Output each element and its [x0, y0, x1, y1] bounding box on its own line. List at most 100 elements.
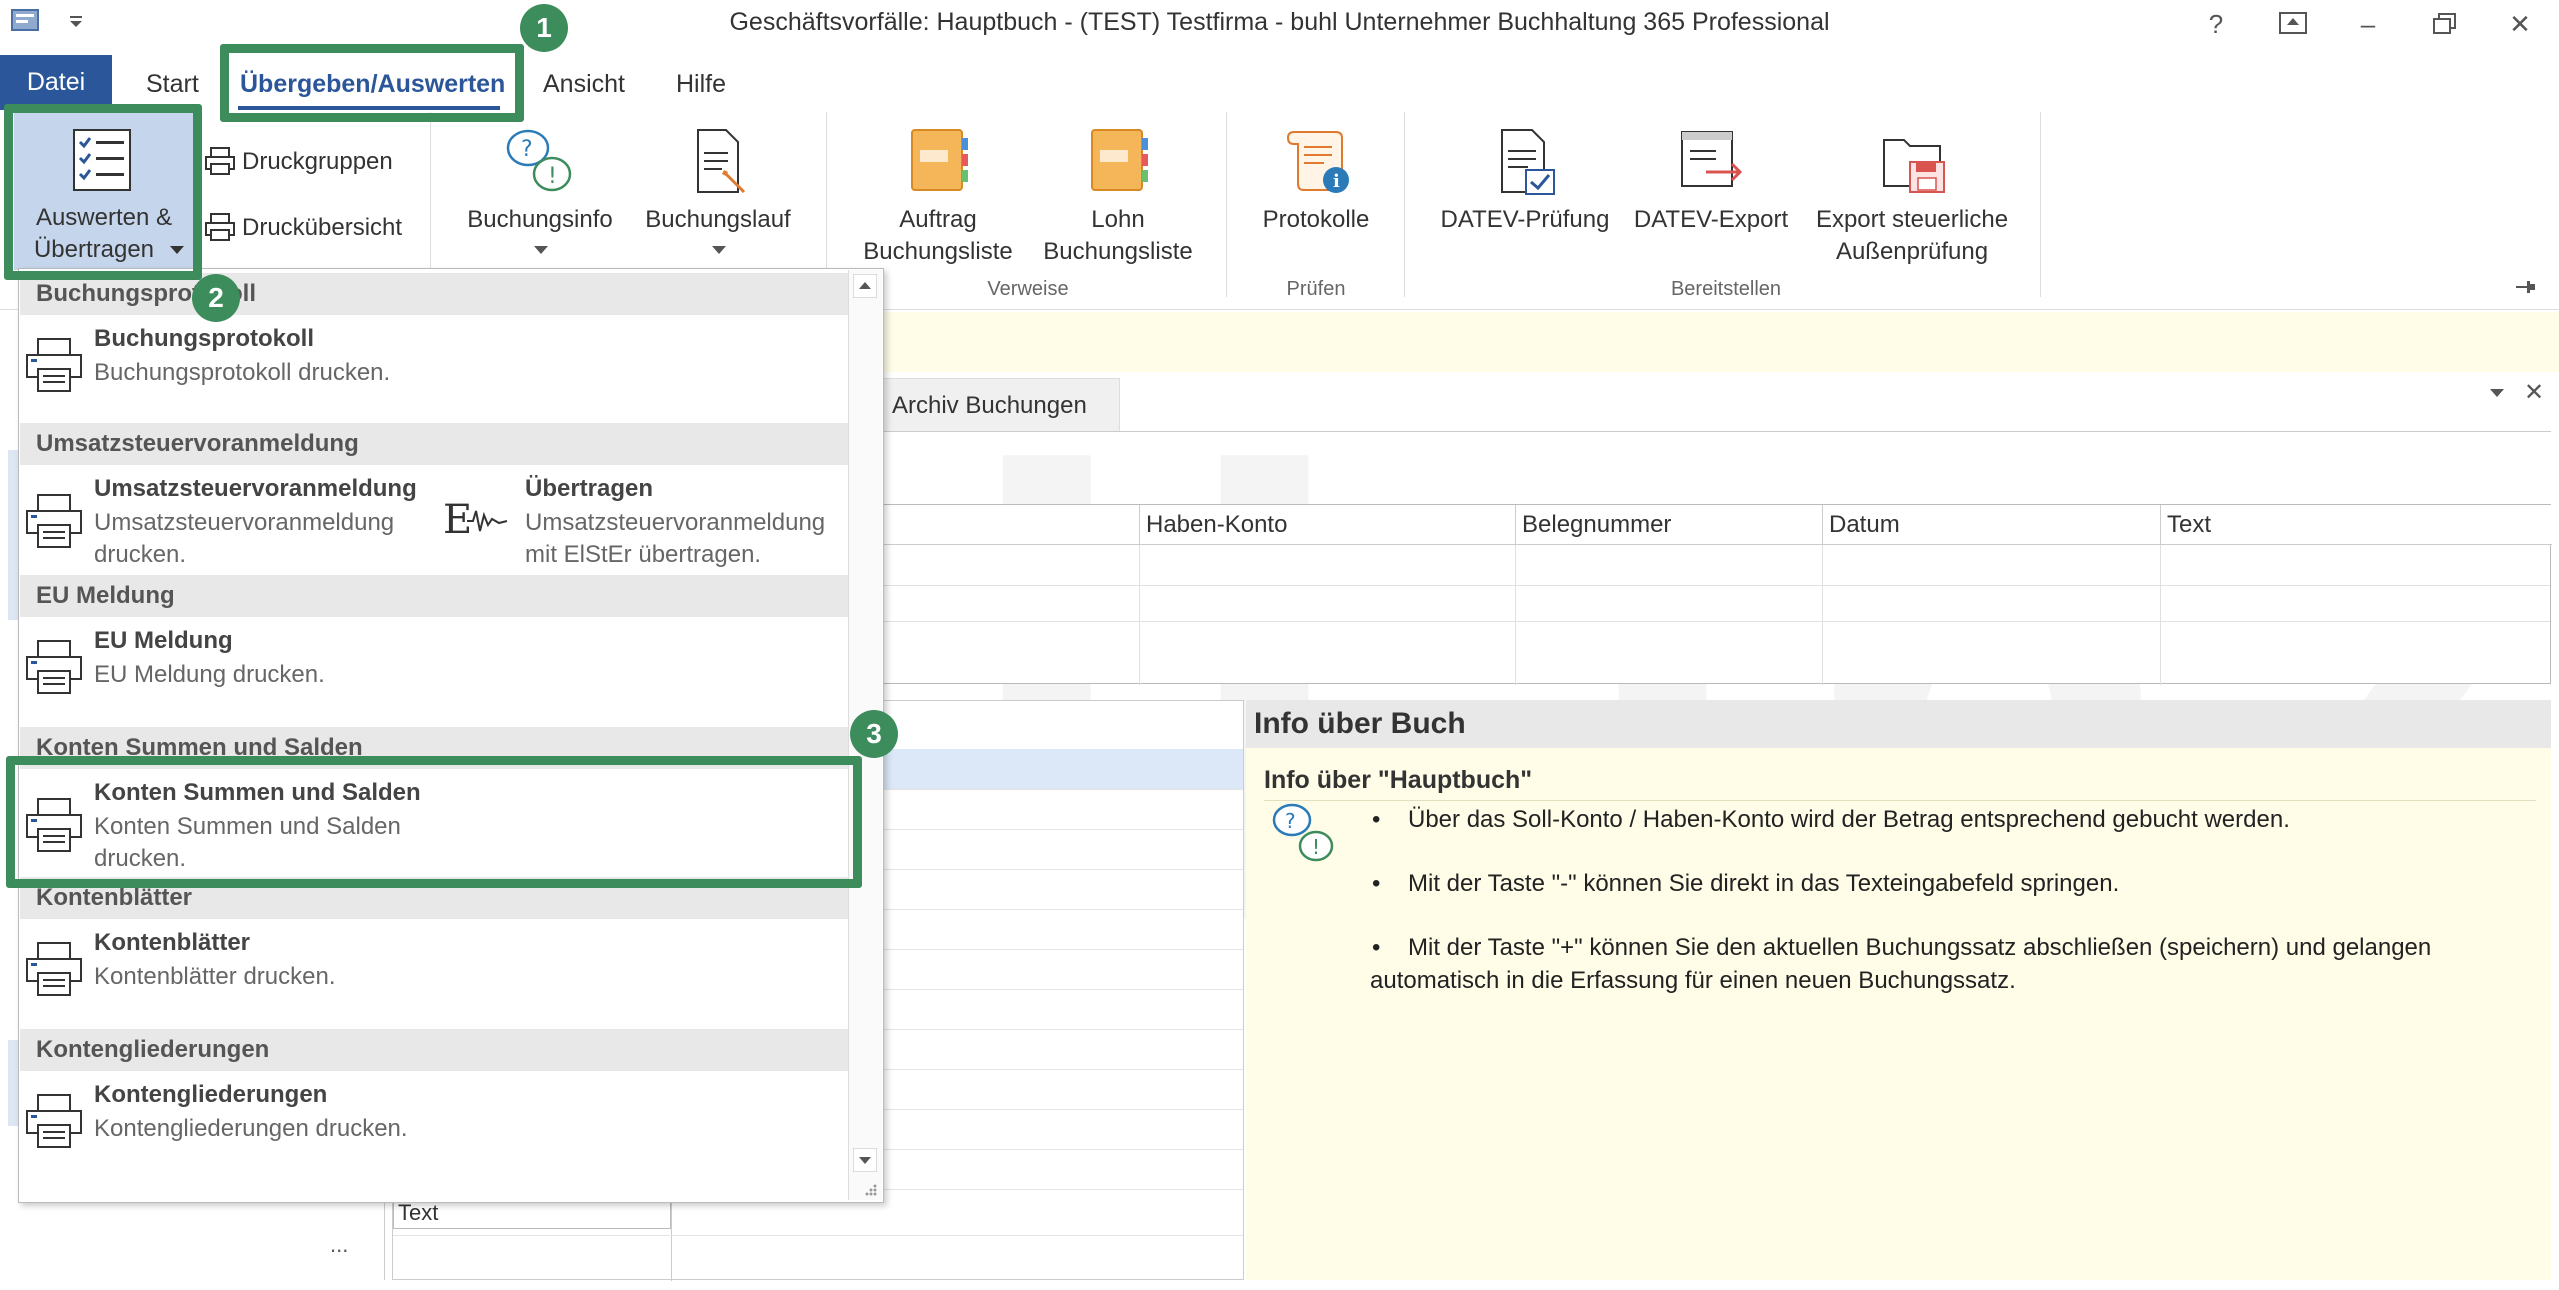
info-bullet-3: Mit der Taste "+" können Sie den aktuell…	[1408, 934, 2432, 961]
tab-ansicht[interactable]: Ansicht	[543, 70, 625, 99]
printer-icon	[26, 494, 82, 548]
grid-col-line	[1822, 545, 1823, 685]
document-check-icon	[1501, 129, 1555, 195]
restore-icon[interactable]	[2430, 10, 2460, 38]
chevron-down-icon	[534, 246, 548, 254]
close-icon[interactable]: ✕	[2490, 4, 2550, 44]
highlight-box-1	[220, 44, 524, 122]
auswerten-dropdown-menu: Buchungsprotokoll Buchungsprotokoll Buch…	[18, 268, 884, 1203]
printer-icon	[26, 640, 82, 694]
buchungsinfo-button[interactable]: ? ! Buchungsinfo	[458, 118, 622, 268]
druckuebersicht-button[interactable]: Druckübersicht	[204, 208, 434, 246]
resize-grip-icon[interactable]	[863, 1182, 879, 1198]
dd-header-eu: EU Meldung	[20, 575, 848, 617]
info-divider	[1264, 800, 2536, 801]
question-exclamation-bubbles-icon: ? !	[1272, 803, 1334, 862]
selected-row[interactable]	[881, 749, 1243, 789]
scroll-info-icon: i	[1286, 131, 1349, 193]
auftrag-label-1: Auftrag	[899, 206, 977, 233]
elster-icon: E	[443, 497, 508, 543]
step-badge-3: 3	[850, 710, 898, 758]
ribbon-separator	[2040, 112, 2041, 297]
group-label-verweise: Verweise	[987, 278, 1069, 300]
step-badge-1: 1	[520, 4, 568, 52]
lohn-label-1: Lohn	[1091, 206, 1145, 233]
scroll-down-icon[interactable]	[853, 1148, 877, 1172]
dd-item-ust-uebertragen[interactable]: E Übertragen Umsatzsteuervoranmeldung mi…	[439, 467, 847, 568]
dd-title: Kontengliederungen	[94, 1081, 328, 1108]
book-icon	[1091, 129, 1148, 191]
info-bullet-dot: •	[1372, 934, 1381, 961]
protokolle-button[interactable]: i Protokolle	[1240, 118, 1392, 268]
druckgruppen-button[interactable]: Druckgruppen	[204, 142, 434, 180]
dd-header-kontengliederungen: Kontengliederungen	[20, 1029, 848, 1071]
printer-icon	[205, 213, 235, 241]
printer-icon	[26, 1094, 82, 1148]
info-bullet-3-cont: automatisch in die Erfassung für einen n…	[1370, 967, 2016, 994]
dd-item-eu-meldung[interactable]: EU Meldung EU Meldung drucken.	[20, 619, 848, 715]
pin-icon[interactable]	[2514, 276, 2536, 298]
question-exclamation-bubbles-icon: ? !	[506, 129, 572, 192]
ribbon-display-icon[interactable]	[2276, 10, 2312, 38]
datev-pruefung-button[interactable]: DATEV-Prüfung	[1428, 118, 1622, 268]
dd-desc: Umsatzsteuervoranmeldung	[94, 509, 395, 536]
auftrag-buchungsliste-button[interactable]: Auftrag Buchungsliste	[848, 118, 1028, 268]
info-bullet-2: Mit der Taste "-" können Sie direkt in d…	[1408, 870, 2120, 897]
dd-item-kontengliederungen[interactable]: Kontengliederungen Kontengliederungen dr…	[20, 1073, 848, 1169]
grid-header-datum[interactable]: Datum	[1822, 505, 2160, 545]
dd-item-kontenblaetter[interactable]: Kontenblätter Kontenblätter drucken.	[20, 921, 848, 1017]
folder-save-icon	[1883, 139, 1945, 193]
dd-item-buchungsprotokoll[interactable]: Buchungsprotokoll Buchungsprotokoll druc…	[20, 317, 848, 413]
chevron-down-icon[interactable]	[2488, 386, 2506, 400]
book-icon	[911, 129, 968, 191]
buchungslauf-label: Buchungslauf	[645, 206, 791, 233]
tab-start[interactable]: Start	[146, 70, 199, 99]
dd-desc: Buchungsprotokoll drucken.	[94, 359, 391, 386]
datev-export-label: DATEV-Export	[1633, 206, 1789, 233]
scroll-up-icon[interactable]	[853, 274, 877, 298]
info-panel-header: Info über Buch	[1246, 700, 2551, 748]
col-line	[671, 1197, 672, 1281]
buchungslauf-button[interactable]: Buchungslauf	[636, 118, 800, 268]
dd-title: Umsatzsteuervoranmeldung	[94, 475, 417, 502]
printer-icon	[26, 338, 82, 392]
dd-title: Übertragen	[525, 475, 654, 502]
grid-header-text[interactable]: Text	[2160, 505, 2552, 545]
datev-export-button[interactable]: DATEV-Export	[1622, 118, 1800, 268]
grid-header-haben-konto[interactable]: Haben-Konto	[1139, 505, 1515, 545]
tab-archiv-buchungen[interactable]: Archiv Buchungen	[873, 378, 1120, 432]
grid-col-line	[1139, 545, 1140, 685]
dd-title: EU Meldung	[94, 627, 233, 654]
step-badge-2: 2	[192, 274, 240, 322]
minimize-icon[interactable]: –	[2338, 4, 2398, 44]
dd-item-ust-drucken[interactable]: Umsatzsteuervoranmeldung Umsatzsteuervor…	[20, 467, 440, 568]
info-bullet-dot: •	[1372, 870, 1381, 897]
export-label-1: Export steuerliche	[1815, 206, 2009, 233]
lohn-buchungsliste-button[interactable]: Lohn Buchungsliste	[1028, 118, 1208, 268]
svg-text:?: ?	[1285, 809, 1296, 833]
close-tab-icon[interactable]: ✕	[2524, 378, 2544, 407]
dd-header-ust: Umsatzsteuervoranmeldung	[20, 423, 848, 465]
tab-datei[interactable]: Datei	[0, 55, 112, 110]
druckuebersicht-label: Druckübersicht	[242, 214, 403, 241]
tab-hilfe[interactable]: Hilfe	[676, 70, 726, 99]
dd-title: Kontenblätter	[94, 929, 250, 956]
help-icon[interactable]: ?	[2186, 4, 2246, 44]
export-aussenpruefung-button[interactable]: Export steuerliche Außenprüfung	[1800, 118, 2024, 268]
window-title: Geschäftsvorfälle: Hauptbuch - (TEST) Te…	[729, 8, 1830, 36]
highlight-box-3	[6, 756, 862, 888]
protokolle-label: Protokolle	[1262, 206, 1370, 233]
info-title: Info über "Hauptbuch"	[1264, 766, 1533, 794]
row-line	[393, 1235, 1243, 1236]
dd-title: Buchungsprotokoll	[94, 325, 314, 352]
ribbon-separator	[1226, 112, 1227, 297]
highlight-box-2	[4, 104, 202, 280]
dd-desc: mit ElStEr übertragen.	[525, 541, 762, 568]
group-label-pruefen: Prüfen	[1286, 278, 1346, 300]
svg-text:i: i	[1333, 171, 1340, 192]
document-wand-icon	[697, 129, 746, 194]
title-bar: Geschäftsvorfälle: Hauptbuch - (TEST) Te…	[0, 0, 2559, 48]
printer-icon	[205, 147, 235, 175]
grid-header-belegnummer[interactable]: Belegnummer	[1515, 505, 1822, 545]
more-options-icon[interactable]: ...	[330, 1232, 348, 1258]
